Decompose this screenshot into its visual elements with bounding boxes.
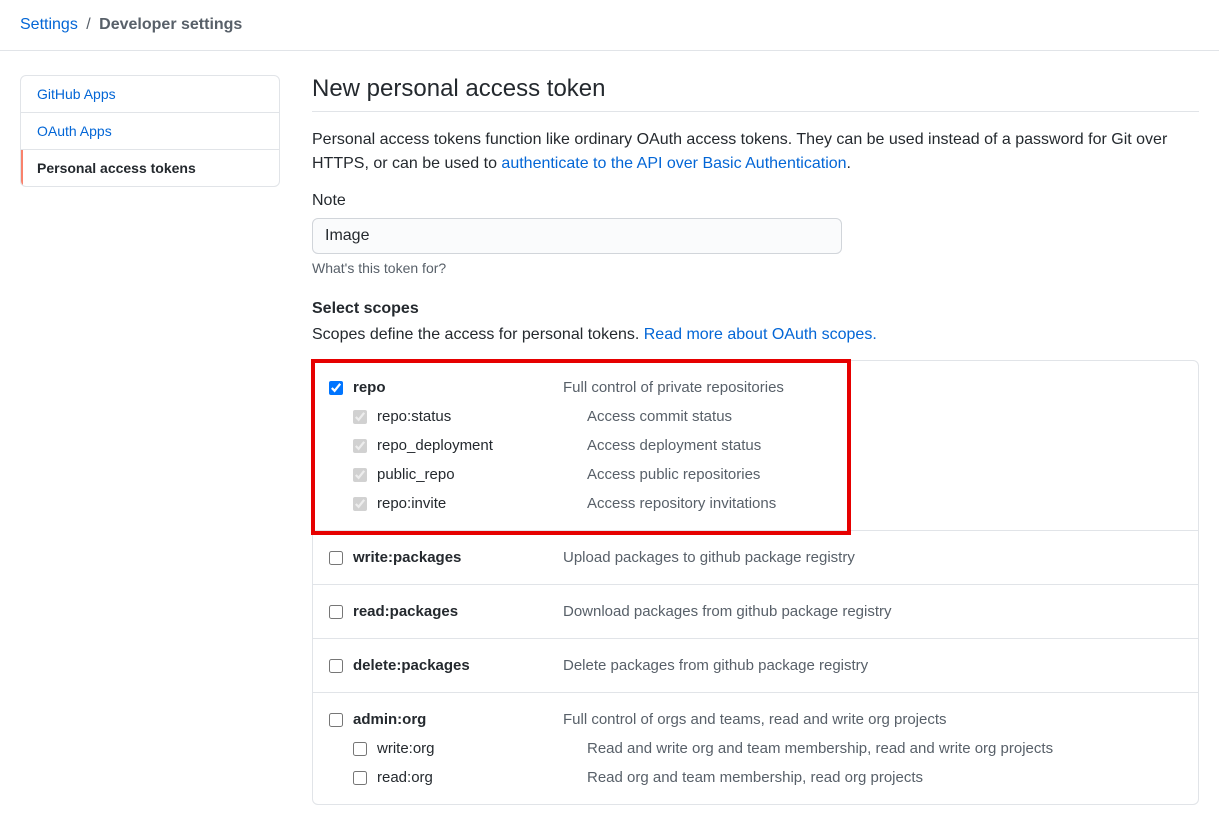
page-description: Personal access tokens function like ord… bbox=[312, 128, 1199, 176]
description-link[interactable]: authenticate to the API over Basic Authe… bbox=[501, 155, 846, 172]
scope-name: repo_deployment bbox=[377, 437, 587, 454]
breadcrumb-root[interactable]: Settings bbox=[20, 16, 78, 33]
scope-name: repo bbox=[353, 379, 563, 396]
scope-name: delete:packages bbox=[353, 657, 563, 674]
scope-checkbox-read-packages[interactable] bbox=[329, 605, 343, 619]
scope-row-repo: repo Full control of private repositorie… bbox=[329, 373, 1182, 402]
scope-desc: Full control of private repositories bbox=[563, 379, 784, 396]
scope-row-write-org: write:org Read and write org and team me… bbox=[329, 734, 1182, 763]
scope-row-read-org: read:org Read org and team membership, r… bbox=[329, 763, 1182, 792]
scope-row-repo-status: repo:status Access commit status bbox=[329, 402, 1182, 431]
scope-group-admin-org: admin:org Full control of orgs and teams… bbox=[313, 693, 1198, 804]
scope-row-repo-deployment: repo_deployment Access deployment status bbox=[329, 431, 1182, 460]
scope-name: read:org bbox=[377, 769, 587, 786]
scope-row-repo-invite: repo:invite Access repository invitation… bbox=[329, 489, 1182, 518]
note-help: What's this token for? bbox=[312, 260, 1199, 276]
scope-name: read:packages bbox=[353, 603, 563, 620]
scope-group-read-packages: read:packages Download packages from git… bbox=[313, 585, 1198, 639]
scopes-sub-link[interactable]: Read more about OAuth scopes. bbox=[644, 326, 877, 343]
scope-checkbox-repo-invite[interactable] bbox=[353, 497, 367, 511]
scope-checkbox-repo[interactable] bbox=[329, 381, 343, 395]
note-label: Note bbox=[312, 192, 1199, 210]
breadcrumb-sep: / bbox=[86, 16, 90, 33]
scope-row-write-packages: write:packages Upload packages to github… bbox=[329, 543, 1182, 572]
scope-name: repo:status bbox=[377, 408, 587, 425]
scope-desc: Access deployment status bbox=[587, 437, 761, 454]
breadcrumb: Settings / Developer settings bbox=[0, 0, 1219, 51]
scope-row-read-packages: read:packages Download packages from git… bbox=[329, 597, 1182, 626]
scope-row-delete-packages: delete:packages Delete packages from git… bbox=[329, 651, 1182, 680]
scope-checkbox-admin-org[interactable] bbox=[329, 713, 343, 727]
scope-group-delete-packages: delete:packages Delete packages from git… bbox=[313, 639, 1198, 693]
page-title: New personal access token bbox=[312, 75, 1199, 112]
sidebar: GitHub Apps OAuth Apps Personal access t… bbox=[20, 75, 280, 805]
scope-desc: Access repository invitations bbox=[587, 495, 776, 512]
scope-name: repo:invite bbox=[377, 495, 587, 512]
scope-group-write-packages: write:packages Upload packages to github… bbox=[313, 531, 1198, 585]
scopes-sub-text: Scopes define the access for personal to… bbox=[312, 326, 644, 343]
scope-name: write:packages bbox=[353, 549, 563, 566]
scope-desc: Download packages from github package re… bbox=[563, 603, 892, 620]
scope-desc: Full control of orgs and teams, read and… bbox=[563, 711, 947, 728]
scope-name: public_repo bbox=[377, 466, 587, 483]
sidenav: GitHub Apps OAuth Apps Personal access t… bbox=[20, 75, 280, 187]
scope-desc: Read org and team membership, read org p… bbox=[587, 769, 923, 786]
scope-checkbox-write-packages[interactable] bbox=[329, 551, 343, 565]
scope-checkbox-write-org[interactable] bbox=[353, 742, 367, 756]
breadcrumb-current: Developer settings bbox=[99, 16, 242, 33]
scope-desc: Upload packages to github package regist… bbox=[563, 549, 855, 566]
scopes-heading: Select scopes bbox=[312, 300, 1199, 318]
scope-checkbox-read-org[interactable] bbox=[353, 771, 367, 785]
scope-checkbox-delete-packages[interactable] bbox=[329, 659, 343, 673]
scope-desc: Access public repositories bbox=[587, 466, 760, 483]
sidenav-item-oauth-apps[interactable]: OAuth Apps bbox=[21, 113, 279, 150]
sidenav-item-github-apps[interactable]: GitHub Apps bbox=[21, 76, 279, 113]
sidenav-item-personal-access-tokens[interactable]: Personal access tokens bbox=[21, 150, 279, 186]
scope-checkbox-public-repo[interactable] bbox=[353, 468, 367, 482]
scope-row-public-repo: public_repo Access public repositories bbox=[329, 460, 1182, 489]
note-input[interactable] bbox=[312, 218, 842, 254]
scopes-sub: Scopes define the access for personal to… bbox=[312, 326, 1199, 344]
scope-desc: Delete packages from github package regi… bbox=[563, 657, 868, 674]
description-text-post: . bbox=[847, 155, 851, 172]
main-content: New personal access token Personal acces… bbox=[312, 75, 1199, 805]
scope-desc: Read and write org and team membership, … bbox=[587, 740, 1053, 757]
scope-desc: Access commit status bbox=[587, 408, 732, 425]
scope-name: write:org bbox=[377, 740, 587, 757]
scope-checkbox-repo-status[interactable] bbox=[353, 410, 367, 424]
scope-name: admin:org bbox=[353, 711, 563, 728]
scopes-table: repo Full control of private repositorie… bbox=[312, 360, 1199, 805]
scope-group-repo: repo Full control of private repositorie… bbox=[313, 361, 1198, 531]
scope-checkbox-repo-deployment[interactable] bbox=[353, 439, 367, 453]
scope-row-admin-org: admin:org Full control of orgs and teams… bbox=[329, 705, 1182, 734]
